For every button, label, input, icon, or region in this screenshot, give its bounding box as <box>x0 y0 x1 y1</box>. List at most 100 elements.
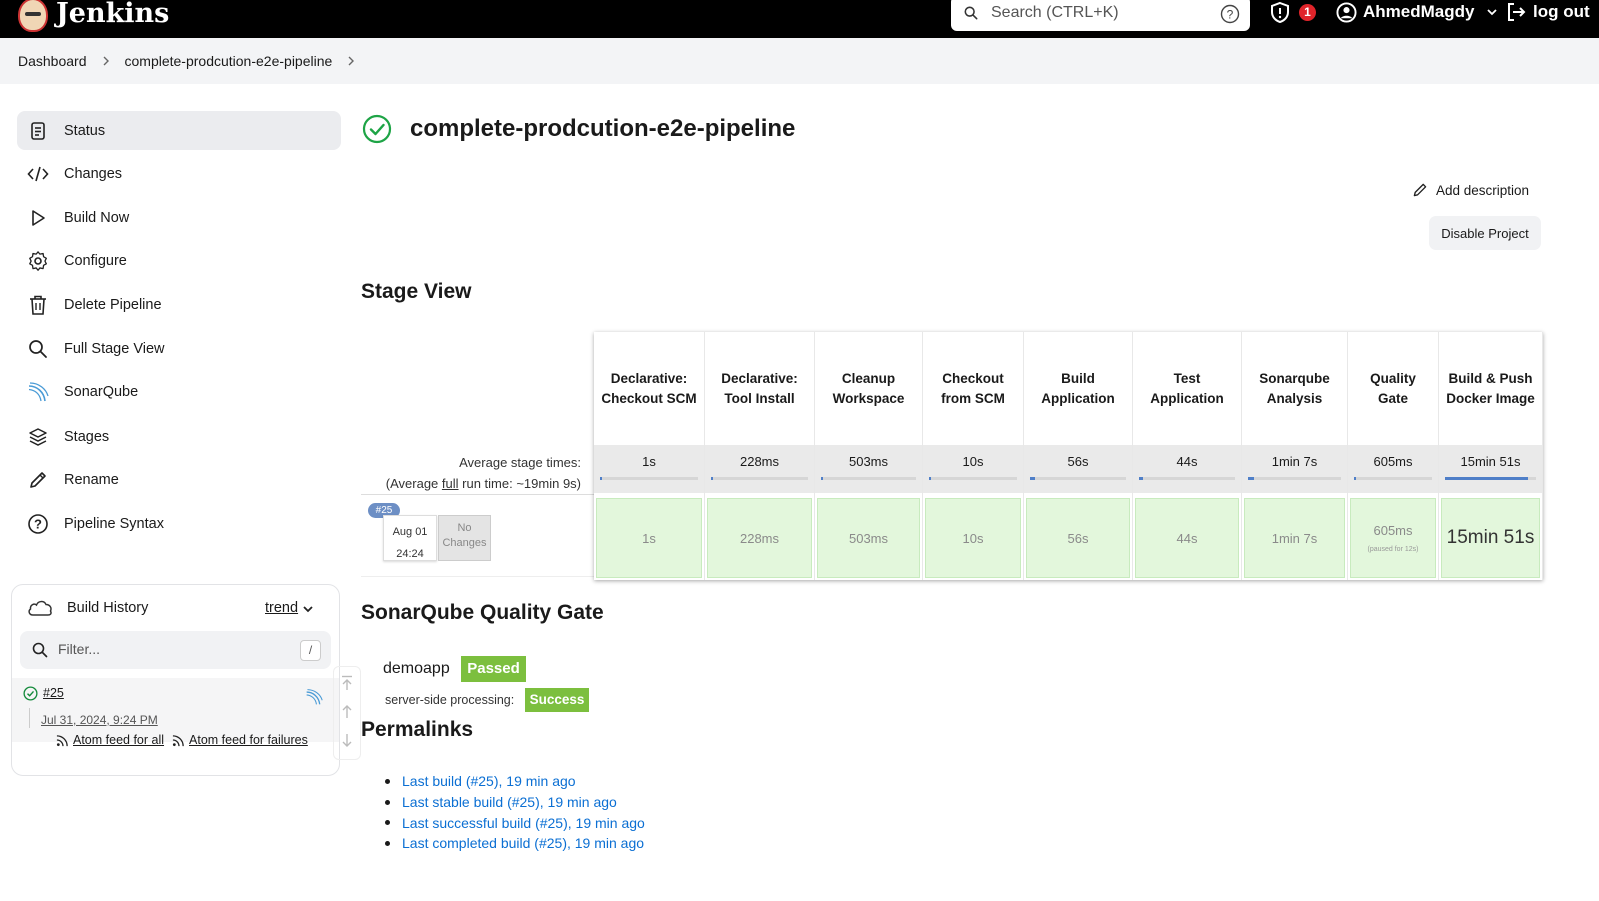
arrow-down-icon[interactable] <box>340 733 354 749</box>
chevron-down-icon[interactable] <box>302 603 314 615</box>
security-count-badge: 1 <box>1299 4 1316 21</box>
disable-project-button[interactable]: Disable Project <box>1429 216 1541 250</box>
atom-feed-failures-link[interactable]: Atom feed for failures <box>189 733 308 747</box>
sidebar-item-stages[interactable]: Stages <box>17 417 341 456</box>
sonarqube-icon[interactable] <box>305 688 323 706</box>
permalink-last-completed-build[interactable]: Last completed build (#25), 19 min ago <box>383 833 645 854</box>
stage-view-table: Declarative: Checkout SCM 1s 1s Declarative… <box>594 332 1543 580</box>
breadcrumb-project[interactable]: complete-prodcution-e2e-pipeline <box>125 53 333 69</box>
sidebar-item-label: Full Stage View <box>64 340 165 357</box>
stage-run-cell[interactable]: 605ms (paused for 12s) <box>1350 498 1436 578</box>
sidebar-item-label: Configure <box>64 252 127 269</box>
stage-run-cell[interactable]: 56s <box>1026 498 1130 578</box>
sidebar-item-delete-pipeline[interactable]: Delete Pipeline <box>17 285 341 324</box>
stage-run-cell[interactable]: 1s <box>596 498 702 578</box>
average-stage-times-label: Average stage times: <box>459 455 581 470</box>
stage-progress-fill <box>1030 477 1036 480</box>
help-icon[interactable]: ? <box>1220 4 1240 24</box>
stage-column: Sonarqube Analysis 1min 7s 1min 7s <box>1242 332 1348 580</box>
sidebar-item-full-stage-view[interactable]: Full Stage View <box>17 329 341 368</box>
stage-progress-fill <box>1354 477 1356 480</box>
full-run-link[interactable]: full <box>442 476 459 491</box>
stage-average-time: 10s <box>923 445 1023 493</box>
user-avatar-icon[interactable] <box>1336 2 1357 23</box>
quality-gate-status-badge: Passed <box>461 656 526 682</box>
stage-paused-note: (paused for 12s) <box>1367 546 1419 553</box>
stage-column: Build Application 56s 56s <box>1024 332 1133 580</box>
stage-average-time: 503ms <box>815 445 922 493</box>
scroll-top-icon[interactable] <box>340 675 354 691</box>
arrow-up-icon[interactable] <box>340 703 354 719</box>
permalink-last-successful-build[interactable]: Last successful build (#25), 19 min ago <box>383 812 645 833</box>
build-filter-box[interactable]: / <box>20 631 331 669</box>
stage-name: Cleanup Workspace <box>832 370 905 406</box>
top-header: Jenkins ? 1 AhmedMagdy log out <box>0 0 1599 38</box>
build-date-link[interactable]: Jul 31, 2024, 9:24 PM <box>41 713 158 727</box>
stage-progress-bar <box>1139 477 1235 480</box>
sidebar-item-label: SonarQube <box>64 383 139 400</box>
stage-run-time: 605ms <box>1373 523 1413 538</box>
document-icon <box>27 120 49 142</box>
stage-run-cell[interactable]: 15min 51s <box>1441 498 1540 578</box>
breadcrumb-dashboard[interactable]: Dashboard <box>18 53 87 69</box>
project-title-row: complete-prodcution-e2e-pipeline <box>362 114 795 144</box>
stage-run-time: 56s <box>1067 530 1089 546</box>
security-shield-icon[interactable] <box>1268 1 1292 25</box>
svg-text:?: ? <box>1227 8 1234 22</box>
search-box[interactable]: ? <box>951 0 1250 31</box>
build-date: Aug 01 <box>392 526 428 538</box>
build-number-link[interactable]: #25 <box>43 686 64 700</box>
stage-run-cell[interactable]: 228ms <box>707 498 812 578</box>
stage-progress-bar <box>1248 477 1341 480</box>
average-run-suffix: run time: ~19min 9s) <box>458 476 581 491</box>
stage-progress-fill <box>1248 477 1255 480</box>
processing-status-badge: Success <box>525 688 589 712</box>
sidebar-item-sonarqube[interactable]: SonarQube <box>17 372 341 411</box>
stage-average-value: 15min 51s <box>1460 454 1521 469</box>
trend-link[interactable]: trend <box>265 600 298 616</box>
search-input[interactable] <box>991 2 1211 24</box>
stage-column: Build & Push Docker Image 15min 51s 15min … <box>1439 332 1543 580</box>
stage-average-time: 1s <box>594 445 704 493</box>
sidebar-item-build-now[interactable]: Build Now <box>17 198 341 237</box>
stage-run-cell[interactable]: 503ms <box>817 498 920 578</box>
stage-progress-bar <box>1030 477 1126 480</box>
stage-name: Declarative: Checkout SCM <box>601 370 697 406</box>
permalink-last-build[interactable]: Last build (#25), 19 min ago <box>383 771 645 792</box>
sidebar-item-configure[interactable]: Configure <box>17 241 341 280</box>
stage-average-value: 44s <box>1176 454 1198 469</box>
gear-icon <box>27 250 49 272</box>
stage-average-value: 503ms <box>848 454 889 469</box>
rss-icon <box>56 734 68 746</box>
user-menu[interactable]: AhmedMagdy <box>1363 0 1498 24</box>
logout-link[interactable]: log out <box>1533 0 1590 24</box>
add-description-link[interactable]: Add description <box>1412 182 1529 198</box>
jenkins-logo[interactable]: Jenkins <box>18 0 169 32</box>
permalink-last-stable-build[interactable]: Last stable build (#25), 19 min ago <box>383 792 645 813</box>
sidebar-item-changes[interactable]: Changes <box>17 154 341 193</box>
logout-icon[interactable] <box>1505 1 1527 23</box>
stage-run-cell[interactable]: 10s <box>925 498 1021 578</box>
sidebar-item-label: Rename <box>64 471 119 488</box>
stage-run-cell[interactable]: 1min 7s <box>1244 498 1345 578</box>
cloud-icon <box>28 600 52 616</box>
chevron-down-icon <box>1487 9 1498 16</box>
sidebar-item-rename[interactable]: Rename <box>17 460 341 499</box>
chevron-right-icon[interactable] <box>346 55 356 67</box>
build-history-panel: Build History trend / #25 Jul 31, 2024, … <box>11 584 340 776</box>
stage-run-time: 503ms <box>848 530 889 546</box>
stage-progress-bar <box>711 477 808 480</box>
sidebar-item-pipeline-syntax[interactable]: ? Pipeline Syntax <box>17 504 341 543</box>
stage-run-cell[interactable]: 44s <box>1135 498 1239 578</box>
atom-feed-all-link[interactable]: Atom feed for all <box>73 733 164 747</box>
stage-run-time: 15min 51s <box>1446 527 1535 548</box>
sonar-project-name[interactable]: demoapp <box>383 660 450 678</box>
build-filter-input[interactable] <box>58 641 278 657</box>
stage-progress-fill <box>1445 477 1529 480</box>
stage-average-value: 1s <box>642 454 656 469</box>
code-icon <box>27 163 49 185</box>
stage-average-time: 605ms <box>1348 445 1438 493</box>
stage-name: Quality Gate <box>1370 370 1416 406</box>
stage-progress-fill <box>929 477 931 480</box>
sidebar-item-status[interactable]: Status <box>17 111 341 150</box>
